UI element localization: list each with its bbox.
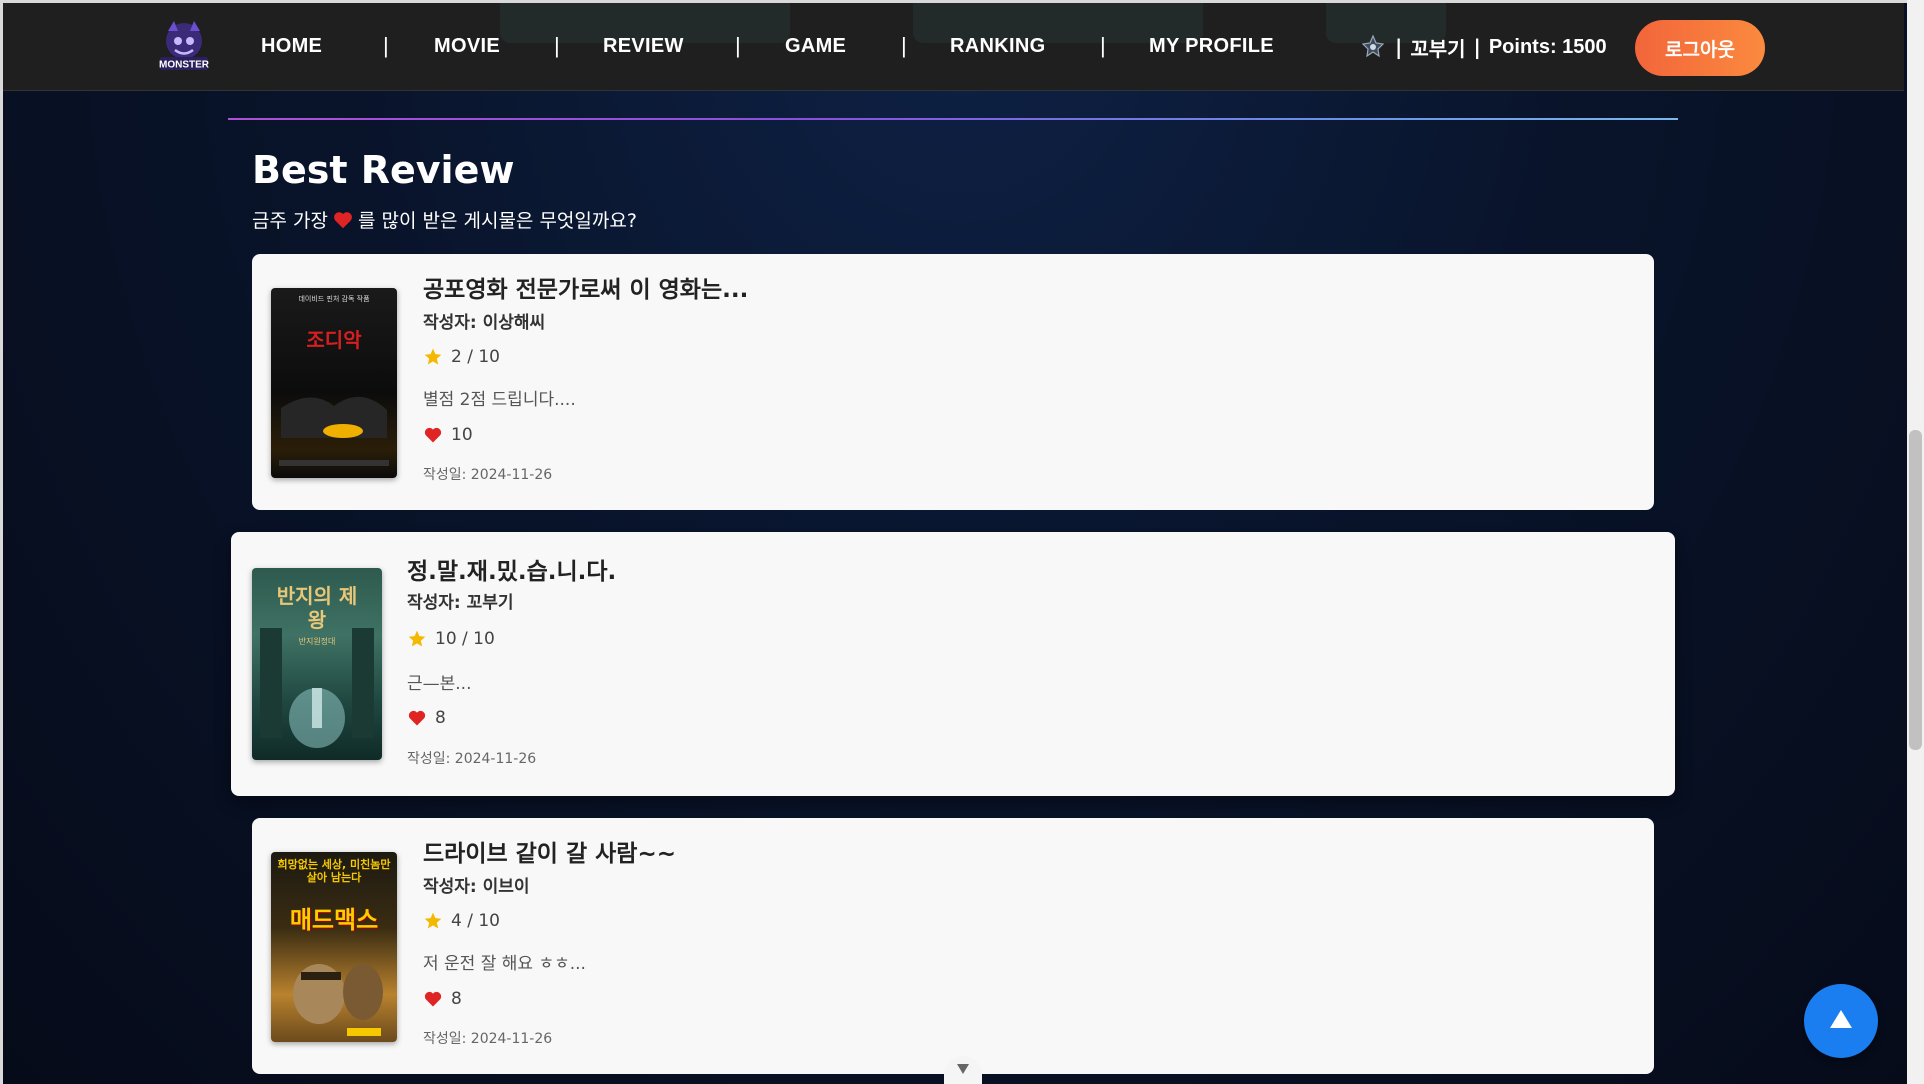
subtitle-text: 금주 가장 (252, 210, 328, 232)
nav-separator: | (554, 33, 560, 58)
likes-count: 10 (451, 425, 473, 445)
star-icon (423, 347, 443, 367)
likes-count: 8 (451, 989, 462, 1009)
poster-title: 매드맥스 (289, 906, 379, 934)
username: 꼬부기 (1410, 36, 1466, 61)
nav-separator: | (735, 33, 741, 58)
review-likes: 8 (407, 708, 446, 728)
scroll-to-top-button[interactable] (1804, 984, 1878, 1058)
section-subtitle: 금주 가장 를 많이 받은 게시물은 무엇일까요? (252, 206, 637, 233)
heart-icon (332, 209, 354, 231)
movie-poster: 조디악 데이비드 핀처 감독 작품 (271, 288, 397, 478)
likes-count: 8 (435, 708, 446, 728)
logout-button[interactable]: 로그아웃 (1635, 20, 1765, 76)
top-nav-bar: MONSTER HOME | MOVIE | REVIEW | GAME | R… (3, 3, 1904, 91)
movie-poster: 반지의 제왕 반지원정대 (252, 568, 382, 760)
review-body: 별점 2점 드립니다.... (423, 390, 576, 410)
chevron-down-icon (955, 1061, 971, 1080)
nav-review[interactable]: REVIEW (603, 35, 684, 58)
review-author: 작성자: 이상해씨 (423, 313, 546, 333)
star-icon (423, 911, 443, 931)
review-title[interactable]: 드라이브 같이 갈 사람~~ (423, 834, 676, 868)
review-title[interactable]: 공포영화 전문가로써 이 영화는... (423, 270, 748, 304)
nav-home[interactable]: HOME (261, 35, 322, 58)
poster-caption: 데이비드 핀처 감독 작품 (298, 295, 370, 303)
review-card[interactable]: 조디악 데이비드 핀처 감독 작품 공포영화 전문가로써 이 영화는... 작성… (252, 254, 1654, 510)
review-title[interactable]: 정.말.재.밌.습.니.다. (407, 552, 616, 586)
rating-value: 10 / 10 (435, 629, 495, 649)
rating-value: 2 / 10 (451, 347, 500, 367)
review-date: 작성일: 2024-11-26 (423, 467, 553, 483)
rating-value: 4 / 10 (451, 911, 500, 931)
nav-my-profile[interactable]: MY PROFILE (1149, 35, 1274, 58)
user-separator: | (1473, 35, 1481, 59)
poster-caption: 희망없는 세상, 미친놈만 살아 남는다 (277, 858, 391, 884)
nav-separator: | (383, 33, 389, 58)
scrollbar-thumb[interactable] (1909, 430, 1922, 750)
review-rating: 4 / 10 (423, 911, 500, 931)
review-date: 작성일: 2024-11-26 (423, 1031, 553, 1047)
review-body: 근—본... (407, 674, 472, 694)
star-icon (407, 629, 427, 649)
nav-ranking[interactable]: RANKING (950, 35, 1045, 58)
nav-movie[interactable]: MOVIE (434, 35, 500, 58)
user-info: | 꼬부기 | Points: 1500 (1359, 29, 1607, 65)
review-date: 작성일: 2024-11-26 (407, 751, 537, 767)
review-likes: 10 (423, 425, 473, 445)
monster-logo-icon[interactable]: MONSTER (156, 17, 212, 77)
review-author: 작성자: 꼬부기 (407, 593, 514, 613)
nav-separator: | (1100, 33, 1106, 58)
nav-separator: | (901, 33, 907, 58)
user-separator: | (1395, 35, 1403, 59)
subtitle-text: 를 많이 받은 게시물은 무엇일까요? (357, 210, 637, 232)
nav-game[interactable]: GAME (785, 35, 846, 58)
review-likes: 8 (423, 989, 462, 1009)
review-body: 저 운전 잘 해요 ㅎㅎ... (423, 954, 586, 974)
heart-icon (423, 425, 443, 445)
user-badge-icon (1359, 33, 1387, 61)
poster-title: 조디악 (306, 328, 362, 352)
section-title: Best Review (252, 148, 515, 192)
poster-caption: 반지원정대 (298, 637, 336, 646)
logo-text: MONSTER (159, 60, 210, 71)
review-rating: 10 / 10 (407, 629, 495, 649)
review-rating: 2 / 10 (423, 347, 500, 367)
user-points: Points: 1500 (1488, 35, 1607, 58)
heart-icon (407, 708, 427, 728)
review-card[interactable]: 희망없는 세상, 미친놈만 살아 남는다 매드맥스 드라이브 같이 갈 사람~~… (252, 818, 1654, 1074)
review-card[interactable]: 반지의 제왕 반지원정대 정.말.재.밌.습.니.다. 작성자: 꼬부기 10 … (231, 532, 1675, 796)
heart-icon (423, 989, 443, 1009)
arrow-up-icon (1828, 1008, 1854, 1034)
section-divider (228, 118, 1678, 120)
movie-poster: 희망없는 세상, 미친놈만 살아 남는다 매드맥스 (271, 852, 397, 1042)
review-author: 작성자: 이브이 (423, 877, 530, 897)
poster-title: 반지의 제왕 (276, 584, 358, 632)
